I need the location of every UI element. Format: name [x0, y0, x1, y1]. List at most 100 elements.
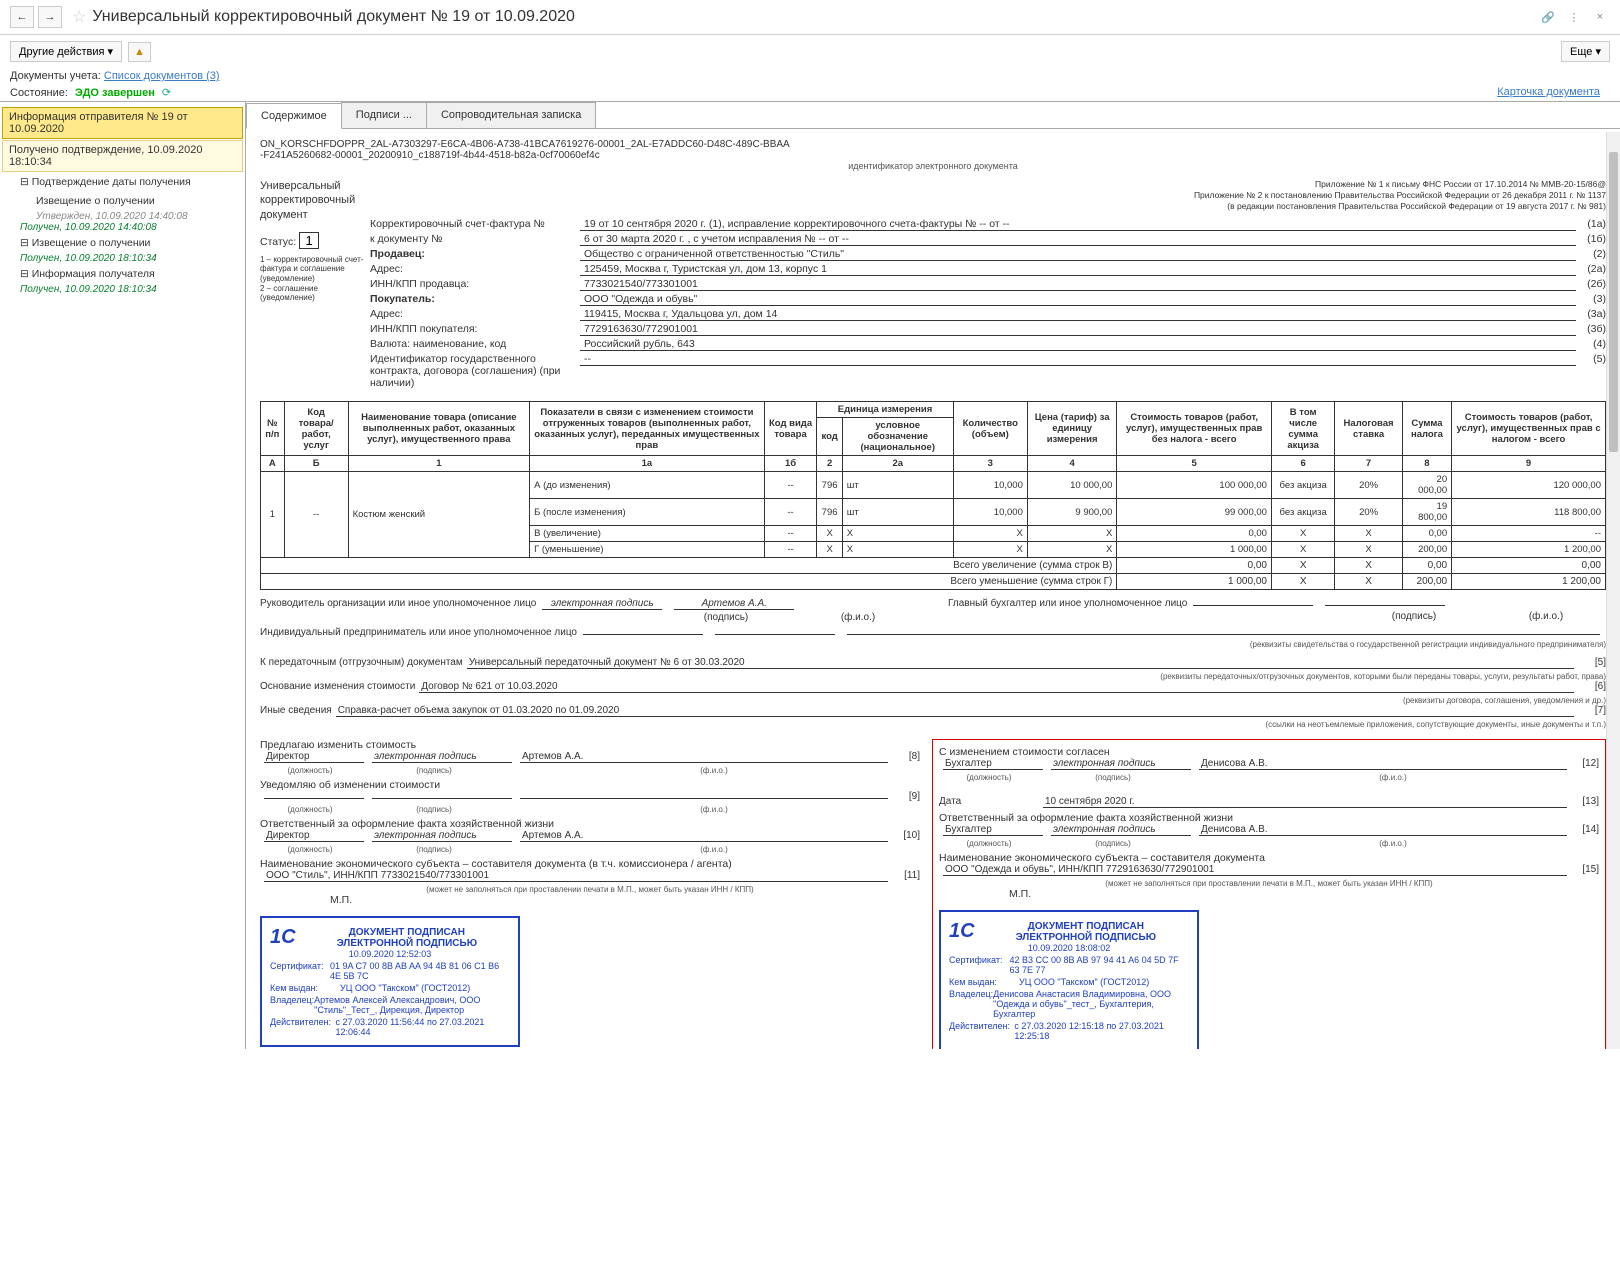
field-num: (3а)	[1576, 308, 1606, 320]
field-value: --	[580, 353, 1576, 366]
sidebar-status: Получен, 10.09.2020 18:10:34	[2, 253, 243, 264]
docs-label: Документы учета:	[10, 70, 101, 82]
field-label: Валюта: наименование, код	[370, 338, 580, 350]
status-footnote: 1 – корректировочный счет-фактура и согл…	[260, 255, 370, 303]
resp-label: Ответственный за оформление факта хозяйс…	[260, 818, 920, 830]
field-num: (5)	[1576, 353, 1606, 365]
field-num: (4)	[1576, 338, 1606, 350]
tab[interactable]: Содержимое	[246, 103, 342, 129]
field-label: Адрес:	[370, 263, 580, 275]
doc-id-line2: -F241A5260682-00001_20200910_c188719f-4b…	[260, 150, 1606, 161]
doc-type: Универсальный корректировочный документ	[260, 179, 370, 222]
sidebar-item[interactable]: ⊟ Подтверждение даты получения	[2, 173, 243, 191]
ip-sig	[583, 634, 703, 635]
titlebar: ← → ☆ Универсальный корректировочный док…	[0, 0, 1620, 35]
ip-reg	[847, 634, 1600, 635]
ref3-value: Справка-расчет объема закупок от 01.03.2…	[336, 705, 1574, 717]
ref3-label: Иные сведения	[260, 705, 332, 716]
field-label: Продавец:	[370, 248, 580, 260]
field-label: Идентификатор государственного контракта…	[370, 353, 580, 389]
field-value: 6 от 30 марта 2020 г. , с учетом исправл…	[580, 233, 1576, 246]
leader-sig: электронная подпись	[542, 598, 662, 610]
tabs: СодержимоеПодписи ...Сопроводительная за…	[246, 102, 1620, 129]
scrollbar-thumb[interactable]	[1609, 152, 1618, 452]
field-value: 119415, Москва г, Удальцова ул, дом 14	[580, 308, 1576, 321]
edo-status: ЭДО завершен	[75, 87, 155, 99]
ip-name	[715, 634, 835, 635]
docs-link[interactable]: Список документов (3)	[104, 70, 220, 82]
accountant-sig	[1193, 605, 1313, 606]
nav-back-button[interactable]: ←	[10, 6, 34, 28]
org-value: ООО "Стиль", ИНН/КПП 7733021540/77330100…	[264, 870, 888, 882]
sidebar-item-selected[interactable]: Информация отправителя № 19 от 10.09.202…	[2, 107, 243, 139]
field-value: 7733021540/773301001	[580, 278, 1576, 291]
agree-label: С изменением стоимости согласен	[939, 746, 1599, 758]
status-label: Статус:	[260, 236, 296, 248]
sidebar-item[interactable]: ⊟ Извещение о получении	[2, 234, 243, 252]
close-icon[interactable]: ×	[1590, 7, 1610, 27]
scrollbar[interactable]	[1606, 132, 1620, 1049]
items-table: № п/пКод товара/ работ, услугНаименовани…	[260, 401, 1606, 590]
receiver-block: С изменением стоимости согласен Бухгалте…	[932, 739, 1606, 1049]
ref1-label: К передаточным (отгрузочным) документам	[260, 657, 463, 668]
refresh-icon[interactable]: ⟳	[162, 87, 171, 99]
field-value: Общество с ограниченной ответственностью…	[580, 248, 1576, 261]
more-button[interactable]: Еще ▾	[1561, 41, 1610, 62]
content-area: СодержимоеПодписи ...Сопроводительная за…	[246, 102, 1620, 1049]
field-num: (1а)	[1576, 218, 1606, 230]
accountant-name	[1325, 605, 1445, 606]
other-actions-button[interactable]: Другие действия ▾	[10, 41, 122, 62]
menu-icon[interactable]: ⋮	[1564, 7, 1584, 27]
sidebar-item[interactable]: ⊟ Информация получателя	[2, 265, 243, 283]
ref1-value: Универсальный передаточный документ № 6 …	[467, 657, 1574, 669]
sidebar-item[interactable]: Извещение о получении	[2, 192, 243, 210]
link-icon[interactable]: 🔗	[1538, 7, 1558, 27]
doc-id-line1: ON_KORSCHFDOPPR_2AL-A7303297-E6CA-4B06-A…	[260, 139, 1606, 150]
sidebar-item-confirm[interactable]: Получено подтверждение, 10.09.2020 18:10…	[2, 140, 243, 172]
org-label: Наименование экономического субъекта – с…	[260, 858, 920, 870]
field-num: (3б)	[1576, 323, 1606, 335]
field-num: (2)	[1576, 248, 1606, 260]
field-value: 7729163630/772901001	[580, 323, 1576, 336]
toolbar: Другие действия ▾ ▲ Еще ▾	[0, 35, 1620, 68]
favorite-icon[interactable]: ☆	[72, 7, 86, 27]
law-ref-3: (в редакции постановления Правительства …	[370, 201, 1606, 212]
table-total-row: Всего уменьшение (сумма строк Г)1 000,00…	[261, 574, 1606, 590]
field-value: 125459, Москва г, Туристская ул, дом 13,…	[580, 263, 1576, 276]
tab[interactable]: Подписи ...	[341, 102, 427, 128]
icon-button[interactable]: ▲	[128, 42, 151, 62]
state-row: Состояние: ЭДО завершен ⟳ Карточка докум…	[0, 84, 1620, 101]
field-num: (3)	[1576, 293, 1606, 305]
sidebar-status: Получен, 10.09.2020 14:40:08	[2, 222, 243, 233]
field-value: ООО "Одежда и обувь"	[580, 293, 1576, 306]
table-total-row: Всего увеличение (сумма строк В)0,00XX0,…	[261, 558, 1606, 574]
resp-label-r: Ответственный за оформление факта хозяйс…	[939, 812, 1599, 824]
table-row: 1--Костюм женскийА (до изменения)--796шт…	[261, 472, 1606, 499]
leader-name: Артемов А.А.	[674, 598, 794, 610]
ref2-label: Основание изменения стоимости	[260, 681, 415, 692]
doc-id-caption: идентификатор электронного документа	[260, 161, 1606, 171]
field-label: ИНН/КПП продавца:	[370, 278, 580, 290]
field-num: (2а)	[1576, 263, 1606, 275]
mp-label: М.П.	[330, 894, 920, 906]
accountant-label: Главный бухгалтер или иное уполномоченно…	[948, 598, 1187, 609]
sidebar-status: Получен, 10.09.2020 18:10:34	[2, 284, 243, 295]
document-body: ON_KORSCHFDOPPR_2AL-A7303297-E6CA-4B06-A…	[246, 129, 1620, 1049]
status-input[interactable]	[299, 232, 319, 249]
sidebar-status: Утвержден, 10.09.2020 14:40:08	[2, 211, 243, 222]
field-label: Адрес:	[370, 308, 580, 320]
notify-label: Уведомляю об изменении стоимости	[260, 779, 920, 791]
state-label: Состояние:	[10, 87, 68, 99]
tab[interactable]: Сопроводительная записка	[426, 102, 596, 128]
date-value: 10 сентября 2020 г.	[1043, 796, 1567, 808]
sender-block: Предлагаю изменить стоимость Директорэле…	[260, 739, 920, 1049]
org-value-r: ООО "Одежда и обувь", ИНН/КПП 7729163630…	[943, 864, 1567, 876]
field-value: Российский рубль, 643	[580, 338, 1576, 351]
window-title: Универсальный корректировочный документ …	[92, 8, 1532, 26]
nav-forward-button[interactable]: →	[38, 6, 62, 28]
field-label: ИНН/КПП покупателя:	[370, 323, 580, 335]
ip-label: Индивидуальный предприниматель или иное …	[260, 627, 577, 638]
doc-card-link[interactable]: Карточка документа	[1497, 86, 1600, 98]
field-label: Покупатель:	[370, 293, 580, 305]
field-num: (1б)	[1576, 233, 1606, 245]
